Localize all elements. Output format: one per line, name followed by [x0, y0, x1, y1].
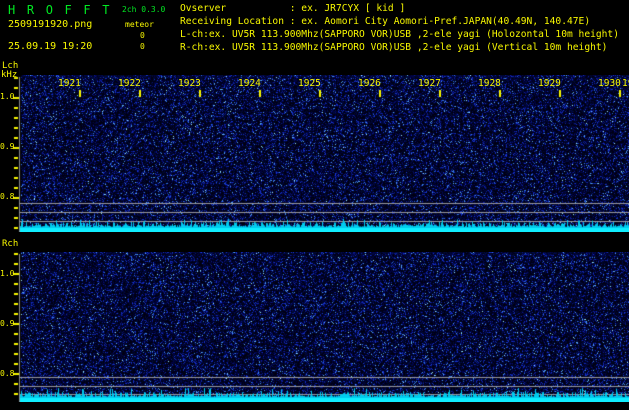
lch-freq-label-1_0: 1.0	[0, 92, 15, 101]
time-label: 1930	[598, 78, 621, 89]
rch-freq-label-0_8: 0.8	[0, 369, 15, 378]
observer-line: Ovserver : ex. JR7CYX [ kid ]	[180, 3, 406, 14]
meteor-count-bottom: 0	[140, 42, 145, 51]
rch-spectrogram-canvas	[13, 252, 629, 402]
time-label: 1922	[118, 78, 141, 89]
lch-spectrogram-canvas	[13, 75, 629, 232]
meteor-count-top: 0	[140, 31, 145, 40]
time-label: 1923	[178, 78, 201, 89]
time-label: 1928	[478, 78, 501, 89]
app-title: H R O F F T	[8, 3, 112, 17]
rch-channel-label: Rch	[2, 239, 19, 249]
time-label: 1927	[418, 78, 441, 89]
rch-freq-label-1_0: 1.0	[0, 269, 15, 278]
timestamp: 25.09.19 19:20	[8, 41, 93, 52]
time-label: 1929	[538, 78, 561, 89]
time-label: 1925	[298, 78, 321, 89]
time-label-clipped: 1931	[622, 78, 629, 89]
output-filename: 2509191920.png	[8, 19, 93, 30]
hrofft-screen: { "app": { "title": "H R O F F T", "vers…	[0, 0, 629, 410]
mode-label: meteor	[125, 20, 154, 29]
rch-info-line: R-ch:ex. UV5R 113.900Mhz(SAPPORO VOR)USB…	[180, 42, 608, 53]
rch-freq-label-0_9: 0.9	[0, 319, 15, 328]
lch-freq-label-0_8: 0.8	[0, 192, 15, 201]
time-label: 1926	[358, 78, 381, 89]
app-version: 2ch 0.3.0	[122, 5, 166, 14]
time-label: 1924	[238, 78, 261, 89]
lch-freq-label-0_9: 0.9	[0, 142, 15, 151]
lch-unit-label: kHz	[1, 70, 18, 80]
lch-info-line: L-ch:ex. UV5R 113.900Mhz(SAPPORO VOR)USB…	[180, 29, 619, 40]
location-line: Receiving Location : ex. Aomori City Aom…	[180, 16, 591, 27]
time-label: 1921	[58, 78, 81, 89]
